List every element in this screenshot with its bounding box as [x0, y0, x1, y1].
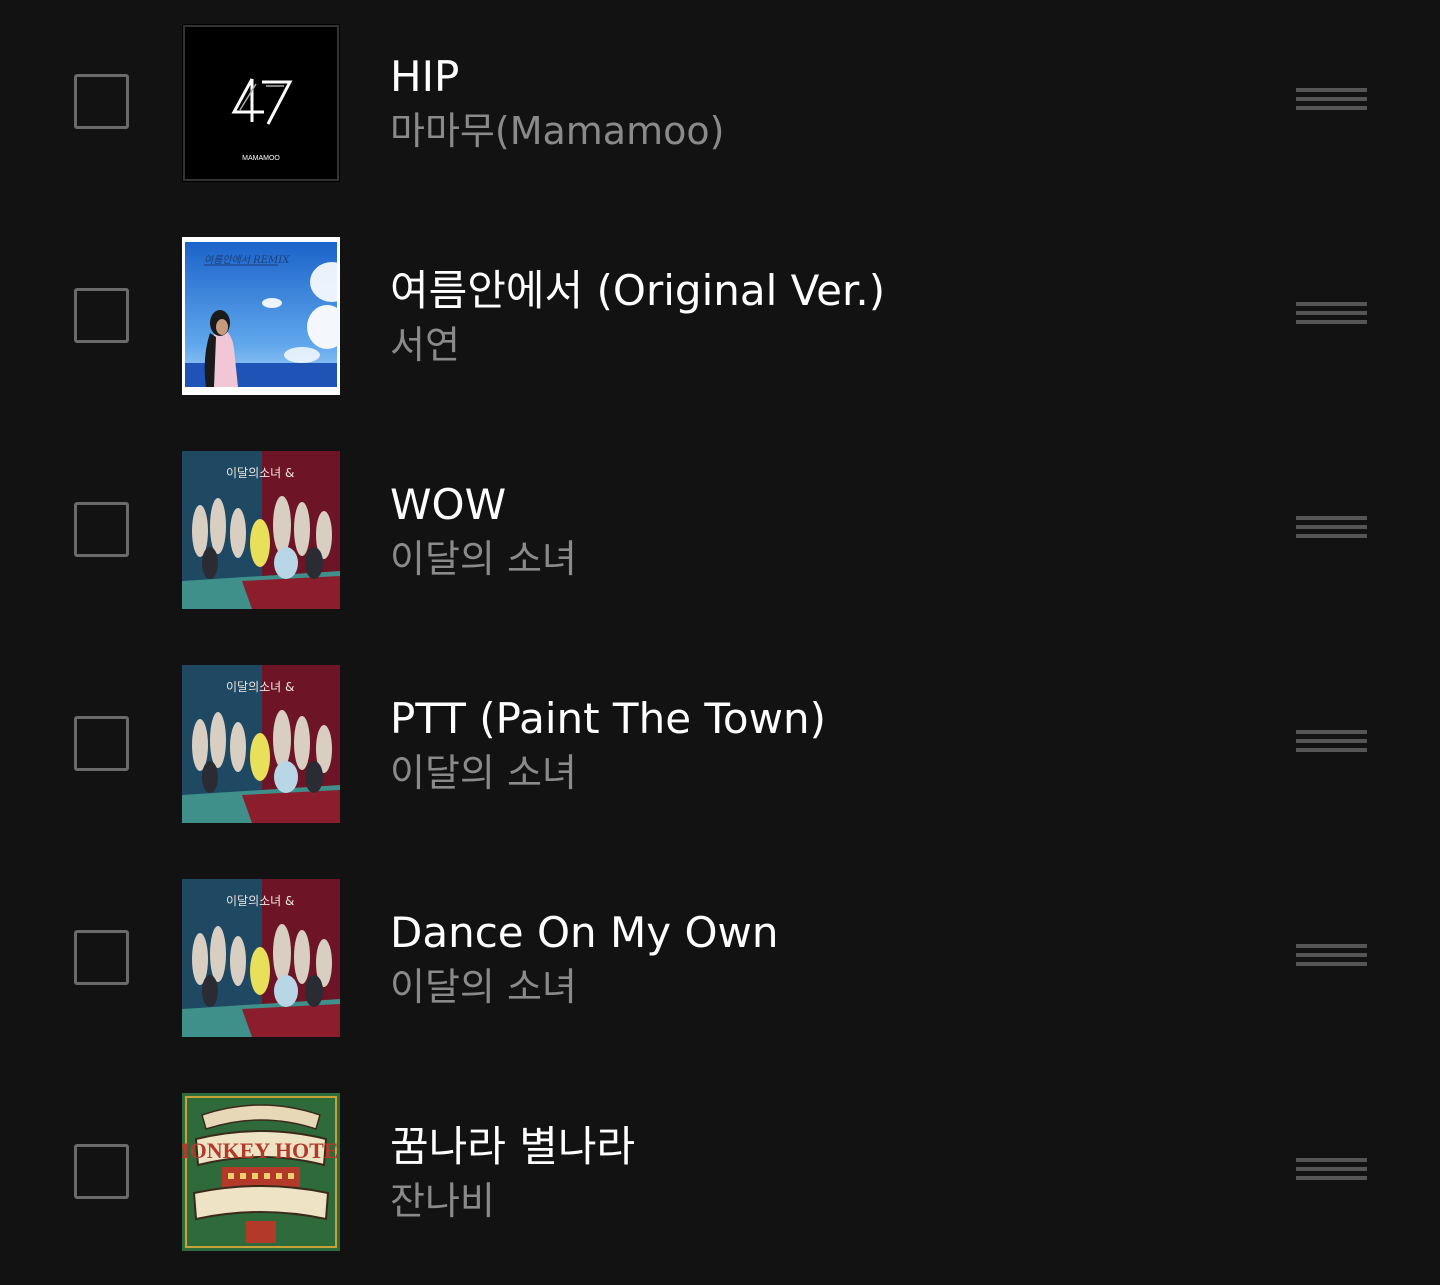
album-art: 이달의소녀 &: [182, 451, 340, 609]
album-art-label: MONKEY HOTEL: [182, 1138, 340, 1163]
album-art: 이달의소녀 &: [182, 665, 340, 823]
track-title: WOW: [390, 480, 507, 529]
album-art-label: 이달의소녀 &: [226, 680, 294, 694]
track-list: MAMAMOO HIP 마마무(Mamamoo) 여름안에서 REMIX 여름안…: [0, 0, 1440, 1285]
album-art: 여름안에서 REMIX: [182, 237, 340, 395]
track-row[interactable]: 이달의소녀 & PTT (Paint The Town) 이달의 소녀: [0, 642, 1440, 856]
drag-handle-icon[interactable]: [1296, 944, 1367, 974]
track-checkbox[interactable]: [74, 74, 129, 129]
album-art-label: 이달의소녀 &: [226, 466, 294, 480]
track-row[interactable]: 여름안에서 REMIX 여름안에서 (Original Ver.) 서연: [0, 214, 1440, 428]
track-artist: 이달의 소녀: [390, 965, 577, 1009]
album-art-loona: 이달의소녀 &: [182, 665, 340, 823]
track-row[interactable]: MAMAMOO HIP 마마무(Mamamoo): [0, 0, 1440, 214]
drag-handle-icon[interactable]: [1296, 302, 1367, 332]
track-artist: 잔나비: [390, 1179, 495, 1223]
track-title: 꿈나라 별나라: [390, 1122, 636, 1171]
album-art-label: 여름안에서 REMIX: [204, 254, 290, 266]
track-checkbox[interactable]: [74, 502, 129, 557]
track-title: PTT (Paint The Town): [390, 694, 826, 743]
track-artist: 이달의 소녀: [390, 751, 577, 795]
track-title: Dance On My Own: [390, 908, 779, 957]
album-art-label: 이달의소녀 &: [226, 894, 294, 908]
album-art-label: MAMAMOO: [242, 155, 280, 162]
track-artist: 서연: [390, 323, 460, 367]
track-checkbox[interactable]: [74, 1144, 129, 1199]
track-row[interactable]: MONKEY HOTEL 꿈나라 별나라 잔나비: [0, 1070, 1440, 1284]
drag-handle-icon[interactable]: [1296, 516, 1367, 546]
drag-handle-icon[interactable]: [1296, 88, 1367, 118]
album-art: MAMAMOO: [182, 24, 340, 182]
track-title: 여름안에서 (Original Ver.): [390, 266, 886, 315]
track-checkbox[interactable]: [74, 288, 129, 343]
album-art-loona: 이달의소녀 &: [182, 451, 340, 609]
track-row[interactable]: 이달의소녀 & WOW 이달의 소녀: [0, 428, 1440, 642]
drag-handle-icon[interactable]: [1296, 730, 1367, 760]
album-art: MONKEY HOTEL: [182, 1093, 340, 1251]
album-art-hip: MAMAMOO: [182, 24, 340, 182]
track-artist: 마마무(Mamamoo): [390, 109, 725, 153]
album-art-loona: 이달의소녀 &: [182, 879, 340, 1037]
album-art-summer: 여름안에서 REMIX: [182, 237, 340, 395]
album-art: 이달의소녀 &: [182, 879, 340, 1037]
drag-handle-icon[interactable]: [1296, 1158, 1367, 1188]
track-row[interactable]: 이달의소녀 & Dance On My Own 이달의 소녀: [0, 856, 1440, 1070]
track-artist: 이달의 소녀: [390, 537, 577, 581]
track-checkbox[interactable]: [74, 716, 129, 771]
track-title: HIP: [390, 52, 460, 101]
album-art-monkey-hotel: MONKEY HOTEL: [182, 1093, 340, 1251]
track-checkbox[interactable]: [74, 930, 129, 985]
